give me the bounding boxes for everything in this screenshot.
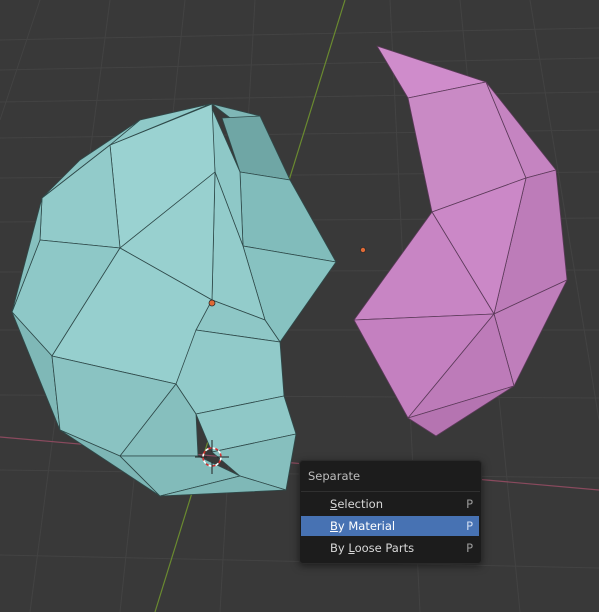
origin-left bbox=[208, 299, 216, 307]
menu-item-label: Selection bbox=[330, 497, 384, 511]
separate-menu: Separate Selection P By Material P By Lo… bbox=[299, 460, 482, 564]
menu-title: Separate bbox=[308, 469, 361, 483]
menu-item-by-material[interactable]: By Material P bbox=[301, 516, 479, 536]
shortcut-key: P bbox=[466, 541, 473, 555]
menu-item-label: By Loose Parts bbox=[330, 541, 415, 555]
menu-item-label: By Material bbox=[330, 519, 396, 533]
shortcut-key: P bbox=[466, 497, 473, 511]
shortcut-key: P bbox=[466, 519, 473, 533]
menu-separator bbox=[301, 491, 480, 492]
menu-item-by-loose-parts[interactable]: By Loose Parts P bbox=[301, 538, 479, 558]
origin-right bbox=[359, 246, 366, 253]
menu-item-selection[interactable]: Selection P bbox=[301, 494, 479, 514]
